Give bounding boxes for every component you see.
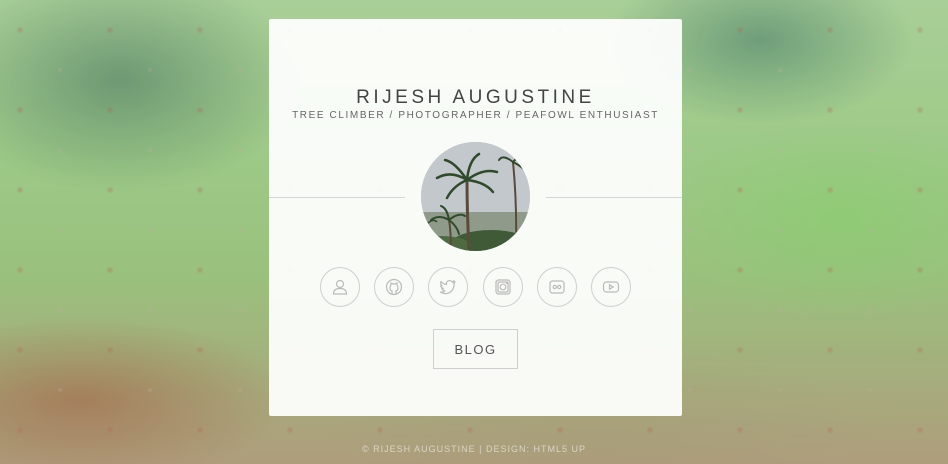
divider-left [269, 197, 405, 198]
social-link-twitter[interactable] [428, 267, 469, 307]
blog-button[interactable]: BLOG [433, 329, 518, 369]
divider-right [546, 197, 682, 198]
social-link-user[interactable] [320, 267, 360, 307]
profile-name: RIJESH AUGUSTINE [356, 87, 595, 108]
social-link-instagram[interactable] [482, 267, 523, 307]
avatar [421, 142, 530, 251]
social-link-flickr[interactable] [536, 267, 577, 307]
profile-tagline: TREE CLIMBER / PHOTOGRAPHER / PEAFOWL EN… [292, 110, 659, 121]
twitter-icon [439, 278, 457, 296]
youtube-icon [602, 278, 620, 296]
social-links [320, 267, 631, 307]
social-link-github[interactable] [374, 267, 415, 307]
instagram-icon [494, 278, 512, 296]
github-icon [385, 278, 403, 296]
flickr-icon [548, 278, 566, 296]
social-link-youtube[interactable] [590, 267, 631, 307]
user-icon [331, 278, 349, 296]
footer-credits: © RIJESH AUGUSTINE | DESIGN: HTML5 UP [361, 444, 586, 454]
profile-card: RIJESH AUGUSTINE TREE CLIMBER / PHOTOGRA… [269, 19, 682, 416]
